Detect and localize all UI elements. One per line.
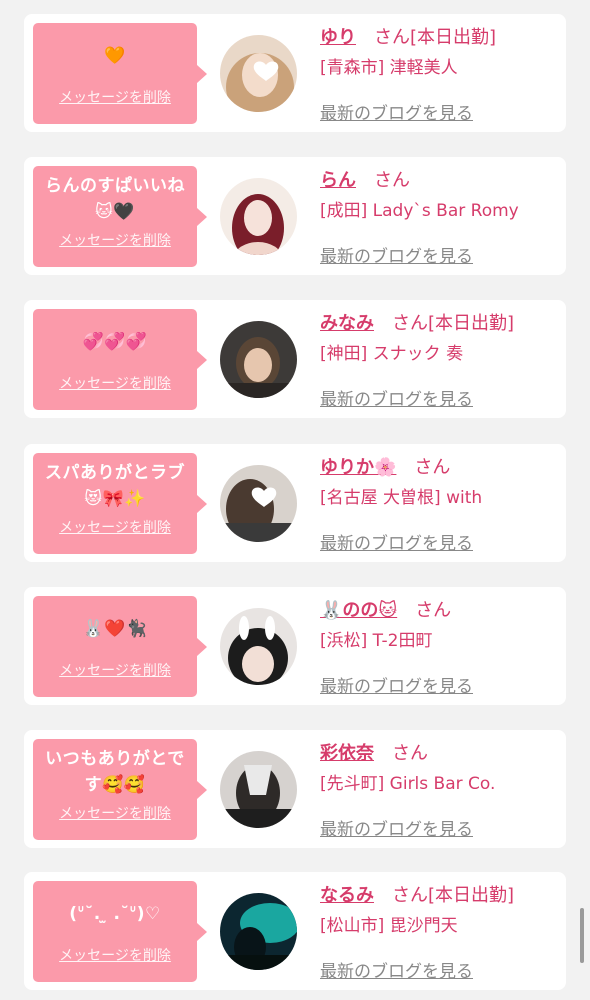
cast-name-link[interactable]: ゆり xyxy=(320,27,356,48)
cast-info: 🐰のの🐱 さん [浜松] T-2田町 最新のブログを見る xyxy=(320,596,558,697)
honorific: さん xyxy=(374,170,410,191)
avatar[interactable] xyxy=(220,178,297,255)
delete-message-link[interactable]: メッセージを削除 xyxy=(33,945,197,965)
cast-info: なるみ さん[本日出勤] [松山市] 毘沙門天 最新のブログを見る xyxy=(320,881,558,982)
cast-info: みなみ さん[本日出勤] [神田] スナック 奏 最新のブログを見る xyxy=(320,309,558,410)
shop-info: [浜松] T-2田町 xyxy=(320,631,433,651)
message-card: 🐰❤️🐈‍⬛ メッセージを削除 🐰のの🐱 さん [浜松] T-2田町 最新のブログ… xyxy=(24,587,566,705)
latest-blog-link[interactable]: 最新のブログを見る xyxy=(320,672,473,697)
status-badge: [本日出勤] xyxy=(428,885,515,906)
honorific: さん xyxy=(415,600,452,621)
honorific: さん xyxy=(392,885,428,906)
shop-info: [神田] スナック 奏 xyxy=(320,344,464,364)
message-bubble: いつもありがとで す🥰🥰 メッセージを削除 xyxy=(33,739,207,840)
cast-name-link[interactable]: 彩依奈 xyxy=(320,743,374,764)
honorific: さん xyxy=(392,313,428,334)
honorific: さん xyxy=(374,27,410,48)
latest-blog-link[interactable]: 最新のブログを見る xyxy=(320,815,473,840)
message-text: 🧡 xyxy=(104,46,126,66)
cast-info: らん さん [成田] Lady`s Bar Romy 最新のブログを見る xyxy=(320,166,558,267)
delete-message-link[interactable]: メッセージを削除 xyxy=(33,803,197,823)
message-card: 🧡 メッセージを削除 ゆり さん[本日出勤] [青森市] 津軽美人 最新のブログを… xyxy=(24,14,566,132)
latest-blog-link[interactable]: 最新のブログを見る xyxy=(320,957,473,982)
message-card: (ᐡ˘. ̫ .˘ᐡ)♡ メッセージを削除 なるみ さん[本日出勤] [松山市] … xyxy=(24,872,566,990)
message-list: 🧡 メッセージを削除 ゆり さん[本日出勤] [青森市] 津軽美人 最新のブログを… xyxy=(0,0,590,1000)
latest-blog-link[interactable]: 最新のブログを見る xyxy=(320,529,473,554)
scrollbar[interactable] xyxy=(580,908,584,963)
message-card: スパありがとラブ 😻🎀✨ メッセージを削除 ゆりか🌸 さん [名古屋 大曽根] w… xyxy=(24,444,566,562)
cast-info: ゆり さん[本日出勤] [青森市] 津軽美人 最新のブログを見る xyxy=(320,23,558,124)
message-text: 🐰❤️🐈‍⬛ xyxy=(82,619,148,639)
status-badge: [本日出勤] xyxy=(410,27,497,48)
delete-message-link[interactable]: メッセージを削除 xyxy=(33,660,197,680)
shop-info: [成田] Lady`s Bar Romy xyxy=(320,201,519,221)
message-bubble: スパありがとラブ 😻🎀✨ メッセージを削除 xyxy=(33,453,207,554)
message-bubble: (ᐡ˘. ̫ .˘ᐡ)♡ メッセージを削除 xyxy=(33,881,207,982)
cast-info: 彩依奈 さん [先斗町] Girls Bar Co. 最新のブログを見る xyxy=(320,739,558,840)
cast-name-link[interactable]: ゆりか🌸 xyxy=(320,457,396,478)
delete-message-link[interactable]: メッセージを削除 xyxy=(33,230,197,250)
cast-name-link[interactable]: 🐰のの🐱 xyxy=(320,600,397,621)
avatar[interactable] xyxy=(220,321,297,398)
message-bubble: らんのすぱいいね 🐱🖤 メッセージを削除 xyxy=(33,166,207,267)
message-text: らんのすぱいいね 🐱🖤 xyxy=(45,176,185,222)
message-bubble: 🧡 メッセージを削除 xyxy=(33,23,207,124)
shop-info: [先斗町] Girls Bar Co. xyxy=(320,774,496,794)
cast-info: ゆりか🌸 さん [名古屋 大曽根] with 最新のブログを見る xyxy=(320,453,558,554)
message-text: いつもありがとで す🥰🥰 xyxy=(45,749,185,795)
message-card: 💞💞💞 メッセージを削除 みなみ さん[本日出勤] [神田] スナック 奏 最新の… xyxy=(24,300,566,418)
avatar[interactable] xyxy=(220,608,297,685)
latest-blog-link[interactable]: 最新のブログを見る xyxy=(320,242,473,267)
cast-name-link[interactable]: みなみ xyxy=(320,313,374,334)
delete-message-link[interactable]: メッセージを削除 xyxy=(33,517,197,537)
message-text: スパありがとラブ 😻🎀✨ xyxy=(45,463,185,509)
shop-info: [松山市] 毘沙門天 xyxy=(320,916,458,936)
honorific: さん xyxy=(414,457,451,478)
shop-info: [名古屋 大曽根] with xyxy=(320,488,483,508)
message-text: (ᐡ˘. ̫ .˘ᐡ)♡ xyxy=(69,904,161,924)
honorific: さん xyxy=(392,743,428,764)
delete-message-link[interactable]: メッセージを削除 xyxy=(33,373,197,393)
message-card: らんのすぱいいね 🐱🖤 メッセージを削除 らん さん [成田] Lady`s Ba… xyxy=(24,157,566,275)
cast-name-link[interactable]: なるみ xyxy=(320,885,374,906)
cast-name-link[interactable]: らん xyxy=(320,170,356,191)
latest-blog-link[interactable]: 最新のブログを見る xyxy=(320,99,473,124)
message-card: いつもありがとで す🥰🥰 メッセージを削除 彩依奈 さん [先斗町] Girls … xyxy=(24,730,566,848)
avatar[interactable] xyxy=(220,751,297,828)
message-bubble: 🐰❤️🐈‍⬛ メッセージを削除 xyxy=(33,596,207,697)
avatar[interactable] xyxy=(220,35,297,112)
shop-info: [青森市] 津軽美人 xyxy=(320,58,458,78)
latest-blog-link[interactable]: 最新のブログを見る xyxy=(320,385,473,410)
avatar[interactable] xyxy=(220,893,297,970)
message-bubble: 💞💞💞 メッセージを削除 xyxy=(33,309,207,410)
message-text: 💞💞💞 xyxy=(82,332,148,352)
avatar[interactable] xyxy=(220,465,297,542)
status-badge: [本日出勤] xyxy=(428,313,515,334)
delete-message-link[interactable]: メッセージを削除 xyxy=(33,87,197,107)
